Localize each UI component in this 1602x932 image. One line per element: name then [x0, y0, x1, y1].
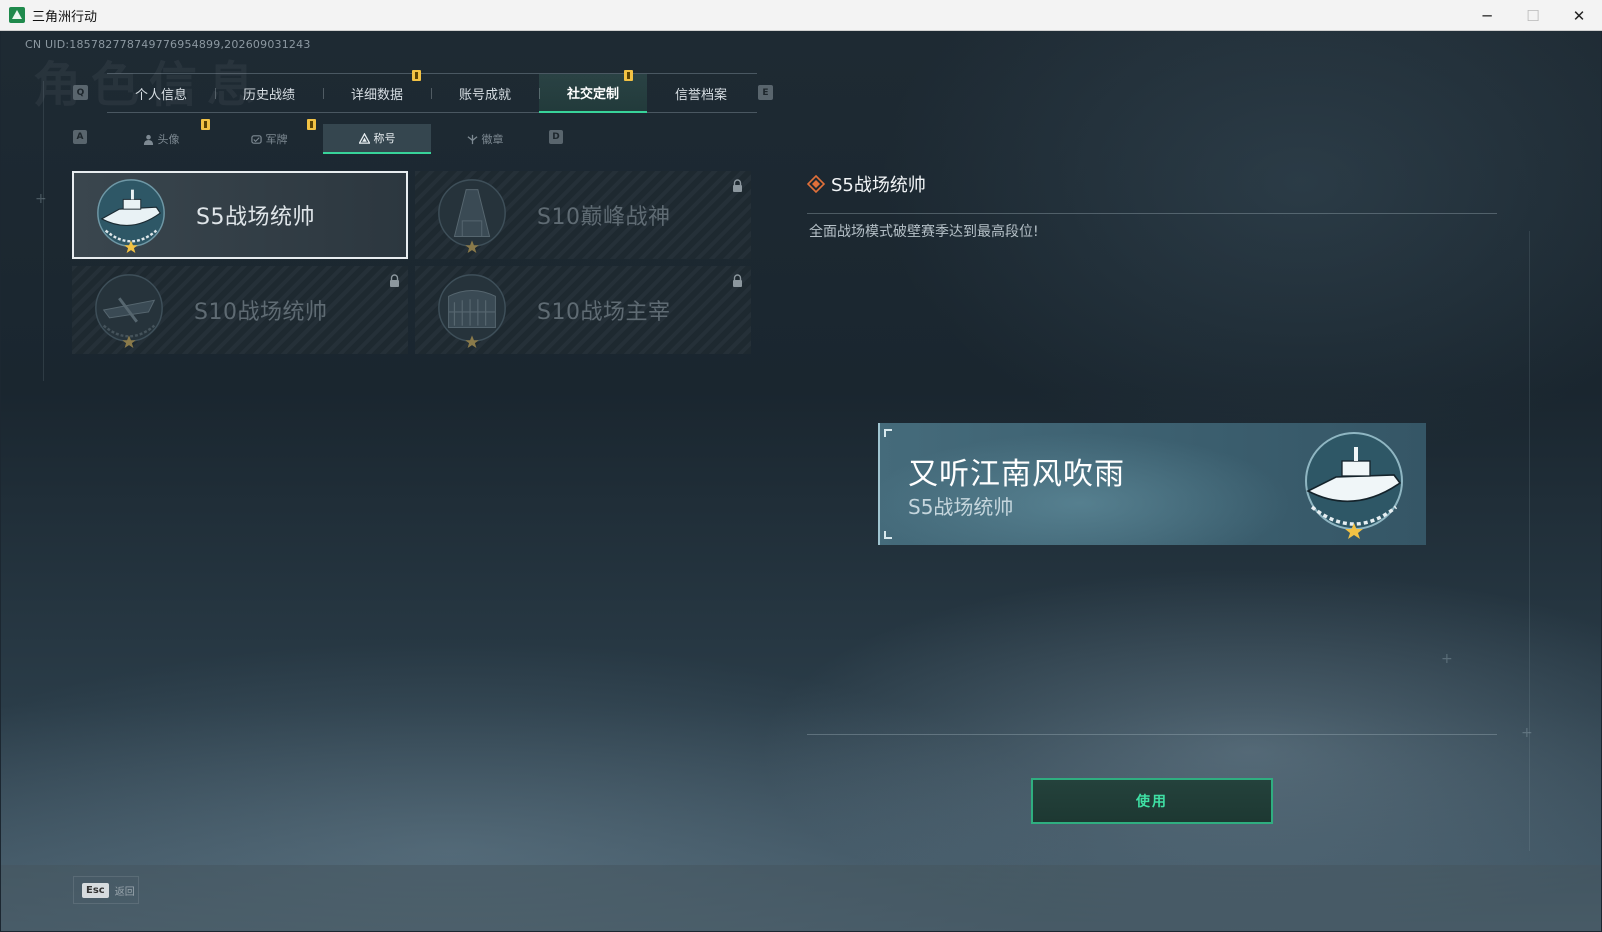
- title-card-name: S10战场统帅: [194, 300, 328, 325]
- title-card-s10-dominator[interactable]: S10战场主宰: [415, 266, 751, 354]
- notification-icon: [412, 70, 421, 81]
- banner-corner: [884, 429, 892, 437]
- banner-title: S5战场统帅: [908, 495, 1014, 519]
- detail-title: S5战场统帅: [831, 175, 926, 196]
- window-title: 三角洲行动: [32, 9, 98, 25]
- close-button[interactable]: ✕: [1556, 0, 1602, 31]
- detail-description: 全面战场模式破壁赛季达到最高段位!: [809, 224, 1039, 240]
- player-name: 又听江南风吹雨: [908, 457, 1125, 492]
- decor-line: [1529, 231, 1530, 851]
- back-button[interactable]: Esc 返回: [73, 876, 139, 904]
- triangle-icon: [358, 132, 370, 144]
- subtab-label: 称号: [373, 132, 396, 145]
- main-tab-bar: 个人信息 历史战绩 详细数据 账号成就 社交定制 信誉档案: [107, 73, 757, 113]
- diamond-icon: [807, 175, 825, 193]
- decor-line: [43, 81, 44, 381]
- subtab-label: 头像: [157, 133, 180, 146]
- notification-icon: [201, 119, 210, 130]
- notification-icon: [307, 119, 316, 130]
- window-titlebar: 三角洲行动 ─ ☐ ✕: [0, 0, 1602, 31]
- use-button[interactable]: 使用: [1031, 778, 1273, 824]
- tab-credit-record[interactable]: 信誉档案: [647, 74, 755, 113]
- key-hint-a[interactable]: A: [73, 130, 87, 144]
- back-label: 返回: [114, 886, 135, 898]
- tab-personal-info[interactable]: 个人信息: [107, 74, 215, 113]
- key-hint-e[interactable]: E: [758, 85, 773, 100]
- detail-header: S5战场统帅: [807, 171, 926, 197]
- banner-corner: [884, 531, 892, 539]
- lock-icon: [390, 274, 399, 287]
- colosseum-emblem-icon: [438, 274, 506, 349]
- minimize-button[interactable]: ─: [1464, 0, 1510, 31]
- decor-cross: +: [35, 191, 47, 207]
- boat-emblem-icon: [1305, 432, 1403, 539]
- boat-emblem-icon: [97, 179, 165, 254]
- title-card-s10-commander[interactable]: S10战场统帅: [72, 266, 408, 354]
- divider: [807, 734, 1497, 735]
- uid-label: CN UID:185782778749776954899,20260903124…: [25, 38, 311, 51]
- subtab-badge[interactable]: 徽章: [431, 124, 539, 154]
- sub-tab-bar: 头像 军牌 称号 徽章: [107, 124, 541, 154]
- subtab-label: 军牌: [265, 133, 288, 146]
- key-hint-d[interactable]: D: [549, 130, 563, 144]
- aircraft-emblem-icon: [95, 274, 163, 349]
- title-preview-banner: 又听江南风吹雨 S5战场统帅: [878, 423, 1426, 545]
- bottom-bar: Esc 返回: [1, 865, 1601, 931]
- title-card-name: S10巅峰战神: [537, 205, 671, 230]
- notification-icon: [624, 70, 633, 81]
- subtab-label: 徽章: [481, 133, 504, 146]
- title-card-name: S10战场主宰: [537, 300, 671, 325]
- tab-match-history[interactable]: 历史战绩: [215, 74, 323, 113]
- lock-icon: [733, 274, 742, 287]
- divider: [807, 213, 1497, 214]
- decor-cross: +: [1521, 725, 1533, 741]
- title-card-s10-war-god[interactable]: S10巅峰战神: [415, 171, 751, 259]
- decor-cross: +: [1441, 651, 1453, 667]
- tower-emblem-icon: [438, 179, 506, 254]
- key-hint-q[interactable]: Q: [73, 85, 88, 100]
- title-card-s5-commander[interactable]: S5战场统帅: [72, 171, 408, 259]
- dogtag-icon: [250, 134, 262, 144]
- title-card-name: S5战场统帅: [196, 205, 315, 230]
- app-logo-icon: [9, 7, 25, 23]
- esc-key-hint: Esc: [82, 882, 109, 898]
- maximize-button[interactable]: ☐: [1510, 0, 1556, 31]
- subtab-title[interactable]: 称号: [323, 124, 431, 154]
- window-controls: ─ ☐ ✕: [1464, 0, 1602, 31]
- game-viewport: 角色信息 CN UID:185782778749776954899,202609…: [1, 31, 1601, 931]
- subtab-avatar[interactable]: 头像: [107, 124, 215, 154]
- lock-icon: [733, 179, 742, 192]
- person-icon: [143, 134, 153, 145]
- badge-icon: [467, 134, 477, 144]
- tab-achievements[interactable]: 账号成就: [431, 74, 539, 113]
